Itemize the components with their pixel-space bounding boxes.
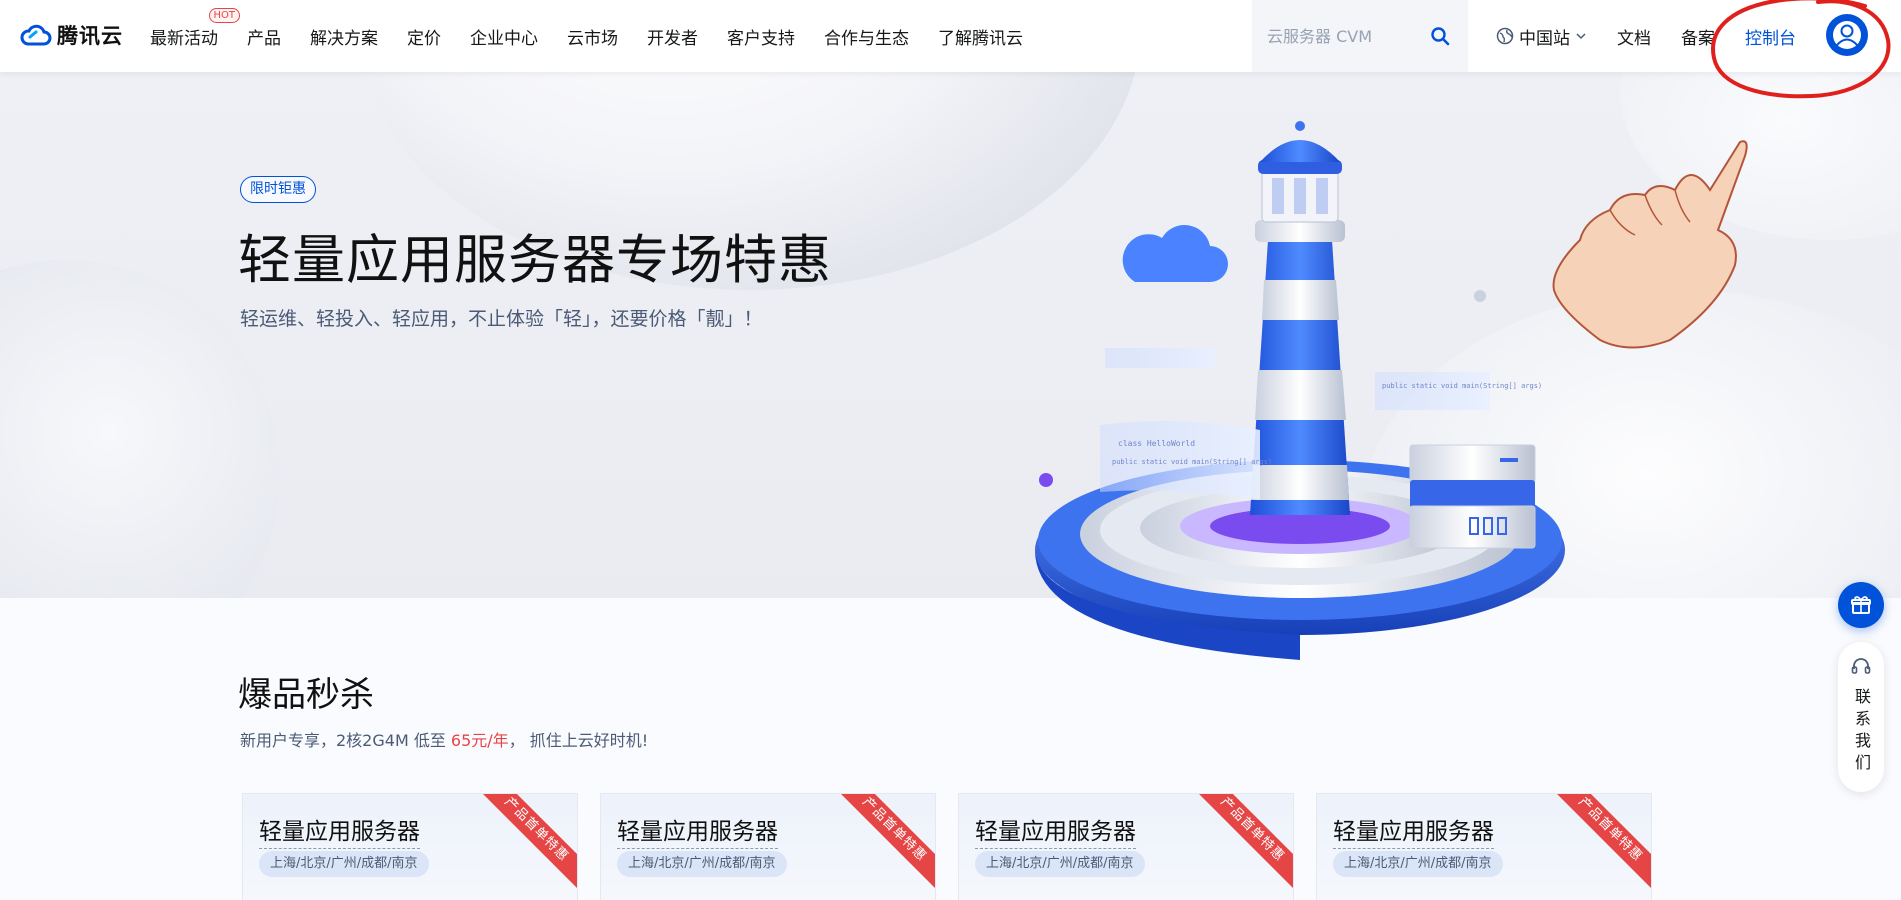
pointing-hand-illustration bbox=[1552, 140, 1748, 349]
contact-us-label: 联系我们 bbox=[1852, 688, 1871, 776]
logo[interactable]: 腾讯云 bbox=[20, 20, 123, 50]
card-region-tag: 上海/北京/广州/成都/南京 bbox=[1333, 851, 1503, 877]
product-card[interactable]: 轻量应用服务器 上海/北京/广州/成都/南京 产品首单特惠 bbox=[242, 793, 578, 900]
globe-icon bbox=[1496, 27, 1514, 45]
code-panel-text: public static void main(String[] args) bbox=[1112, 458, 1272, 466]
nav-item-solutions[interactable]: 解决方案 bbox=[310, 24, 378, 49]
gift-icon bbox=[1851, 596, 1871, 614]
gift-button[interactable] bbox=[1838, 582, 1884, 628]
region-selector[interactable]: 中国站 bbox=[1496, 24, 1587, 49]
card-ribbon: 产品首单特惠 bbox=[474, 794, 577, 892]
product-card[interactable]: 轻量应用服务器 上海/北京/广州/成都/南京 产品首单特惠 bbox=[600, 793, 936, 900]
section-subtitle-suffix: ， 抓住上云好时机! bbox=[508, 731, 649, 750]
nav-item-support[interactable]: 客户支持 bbox=[727, 24, 795, 49]
hero-title: 轻量应用服务器专场特惠 bbox=[238, 230, 832, 291]
nav-item-marketplace[interactable]: 云市场 bbox=[567, 24, 618, 49]
card-ribbon: 产品首单特惠 bbox=[1190, 794, 1293, 892]
search-input[interactable] bbox=[1267, 26, 1427, 46]
card-title: 轻量应用服务器 bbox=[617, 812, 778, 849]
card-region-tag: 上海/北京/广州/成都/南京 bbox=[259, 851, 429, 877]
logo-text: 腾讯云 bbox=[57, 24, 123, 48]
nav-item-label: 最新活动 bbox=[150, 28, 218, 49]
promo-price: 65元/年 bbox=[450, 731, 509, 750]
section-subtitle: 新用户专享，2核2G4M 低至 65元/年， 抓住上云好时机! bbox=[240, 727, 648, 751]
code-panel-text: class HelloWorld bbox=[1118, 439, 1195, 448]
promo-badge: 限时钜惠 bbox=[240, 176, 316, 203]
top-navbar: 腾讯云 最新活动 HOT 产品 解决方案 定价 企业中心 云市场 开发者 客户支… bbox=[0, 0, 1901, 72]
search-icon[interactable] bbox=[1430, 26, 1450, 46]
nav-item-partners[interactable]: 合作与生态 bbox=[824, 24, 909, 49]
hero-bg-blob bbox=[0, 260, 280, 598]
nav-item-developers[interactable]: 开发者 bbox=[647, 24, 698, 49]
region-label: 中国站 bbox=[1519, 28, 1570, 49]
section-title: 爆品秒杀 bbox=[238, 675, 374, 715]
code-panel-text: public static void main(String[] args) bbox=[1382, 382, 1542, 390]
nav-item-pricing[interactable]: 定价 bbox=[407, 24, 441, 49]
chevron-down-icon bbox=[1576, 33, 1586, 40]
card-title: 轻量应用服务器 bbox=[975, 812, 1136, 849]
card-ribbon: 产品首单特惠 bbox=[1548, 794, 1651, 892]
card-region-tag: 上海/北京/广州/成都/南京 bbox=[617, 851, 787, 877]
docs-link[interactable]: 文档 bbox=[1617, 24, 1651, 49]
main-nav: 最新活动 HOT 产品 解决方案 定价 企业中心 云市场 开发者 客户支持 合作… bbox=[150, 0, 1052, 72]
headset-icon bbox=[1851, 658, 1871, 674]
hot-badge: HOT bbox=[208, 7, 240, 23]
hero-subtitle: 轻运维、轻投入、轻应用，不止体验「轻」，还要价格「靓」！ bbox=[240, 308, 763, 330]
card-ribbon: 产品首单特惠 bbox=[832, 794, 935, 892]
nav-item-about[interactable]: 了解腾讯云 bbox=[938, 24, 1023, 49]
search-box bbox=[1252, 0, 1468, 72]
card-title: 轻量应用服务器 bbox=[259, 812, 420, 849]
nav-item-products[interactable]: 产品 bbox=[247, 24, 281, 49]
card-title: 轻量应用服务器 bbox=[1333, 812, 1494, 849]
contact-us-button[interactable]: 联系我们 bbox=[1838, 642, 1884, 792]
annotation-circle bbox=[1711, 0, 1891, 99]
nav-item-activities[interactable]: 最新活动 HOT bbox=[150, 7, 240, 49]
nav-item-enterprise[interactable]: 企业中心 bbox=[470, 24, 538, 49]
cloud-logo-icon bbox=[20, 24, 52, 46]
product-card[interactable]: 轻量应用服务器 上海/北京/广州/成都/南京 产品首单特惠 bbox=[1316, 793, 1652, 900]
card-region-tag: 上海/北京/广州/成都/南京 bbox=[975, 851, 1145, 877]
product-card[interactable]: 轻量应用服务器 上海/北京/广州/成都/南京 产品首单特惠 bbox=[958, 793, 1294, 900]
section-subtitle-prefix: 新用户专享，2核2G4M 低至 bbox=[240, 731, 451, 750]
